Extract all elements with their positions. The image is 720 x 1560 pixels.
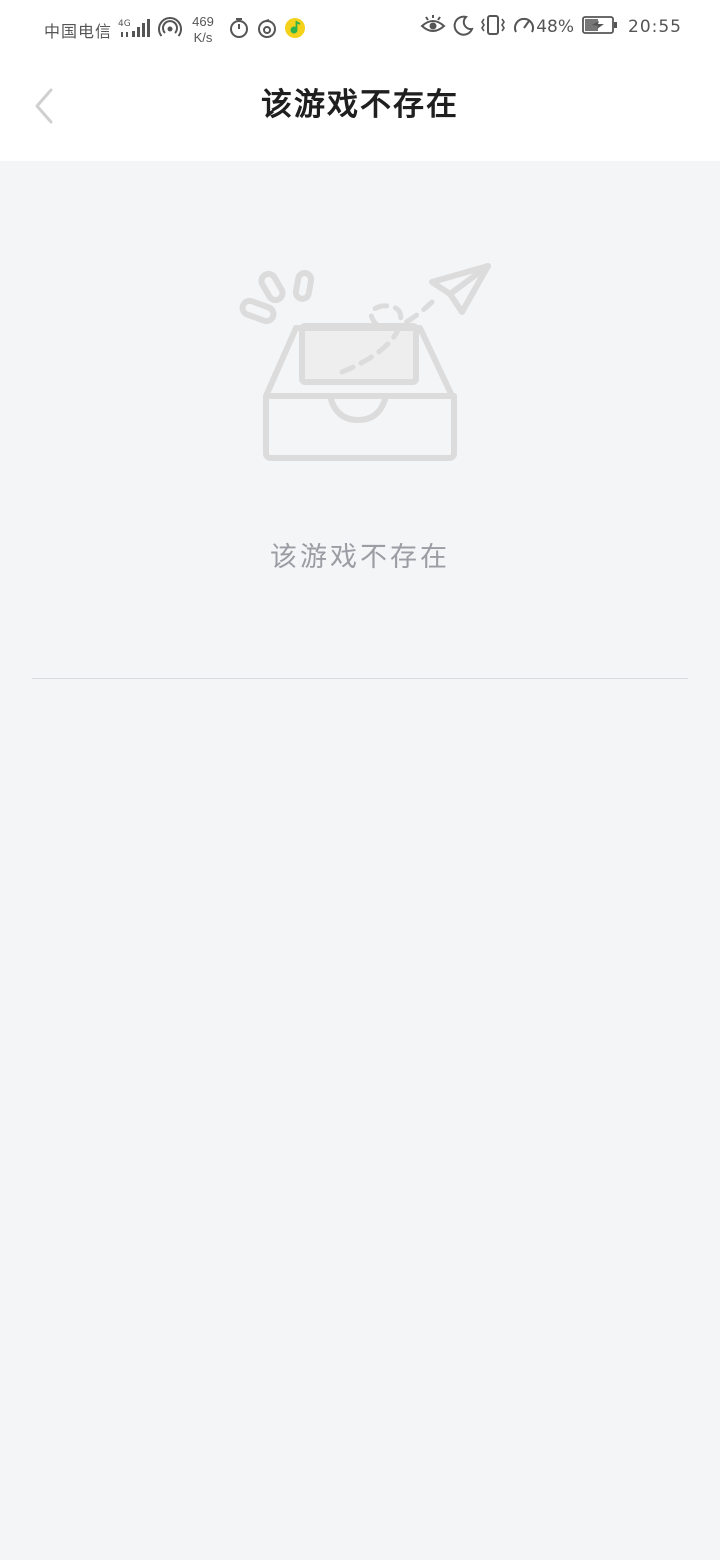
empty-state-message: 该游戏不存在 xyxy=(270,542,450,573)
timer-icon xyxy=(228,17,250,43)
vibrate-icon xyxy=(480,14,506,40)
status-bar: 中国电信 4G 469 K/s 48% 20:55 xyxy=(0,0,720,52)
empty-inbox-illustration xyxy=(239,263,491,461)
network-speed: 469 K/s xyxy=(188,14,218,46)
page-title: 该游戏不存在 xyxy=(261,87,459,123)
status-bar-right: 48% 20:55 xyxy=(414,14,682,40)
network-type-label: 4G xyxy=(118,19,131,29)
clock: 20:55 xyxy=(628,17,682,37)
net-speed-value: 469 xyxy=(192,14,214,29)
navigation-bar: 该游戏不存在 xyxy=(0,52,720,161)
battery-percent: 48% xyxy=(536,17,574,37)
battery-charging-icon xyxy=(582,14,618,40)
eye-comfort-icon xyxy=(420,14,446,40)
moon-icon xyxy=(452,14,474,40)
signal-icon: 4G xyxy=(118,17,152,43)
divider xyxy=(32,678,688,679)
carrier-name: 中国电信 xyxy=(44,22,113,41)
speed-gauge-icon xyxy=(512,14,536,40)
status-bar-left: 中国电信 4G 469 K/s xyxy=(44,14,306,46)
hotspot-icon xyxy=(158,17,182,43)
netease-music-icon xyxy=(256,17,278,43)
net-speed-unit: K/s xyxy=(193,30,213,45)
qq-music-icon xyxy=(284,17,306,43)
